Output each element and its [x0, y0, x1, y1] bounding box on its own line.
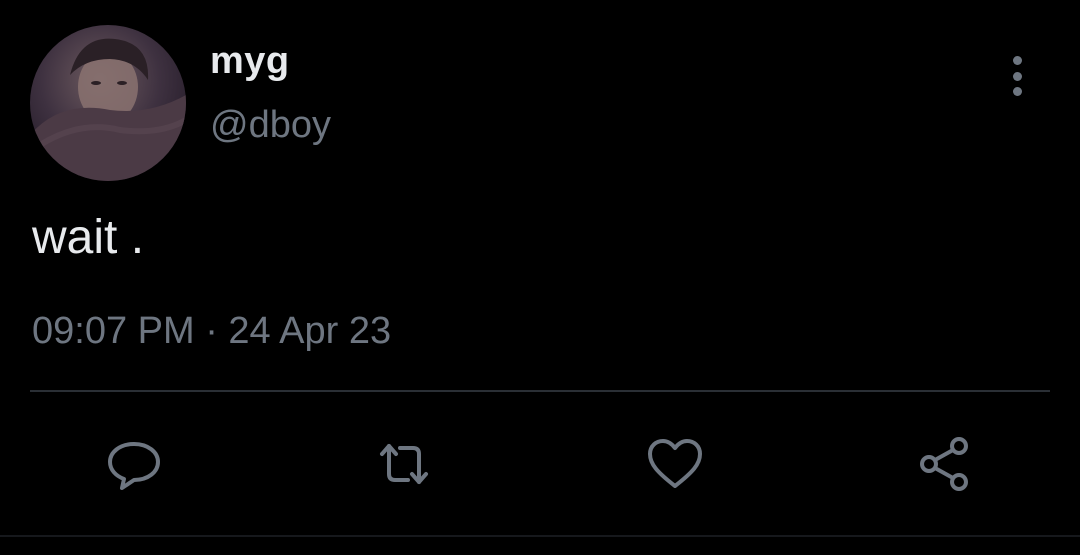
more-options-icon[interactable] [1000, 52, 1034, 100]
display-name[interactable]: myg [210, 40, 290, 83]
share-button[interactable] [913, 432, 977, 496]
tweet-card: myg @dboy wait . 09:07 PM · 24 Apr 23 [0, 0, 1080, 555]
tweet-timestamp[interactable]: 09:07 PM · 24 Apr 23 [32, 310, 391, 353]
retweet-icon [380, 444, 428, 484]
share-icon [920, 437, 968, 491]
avatar[interactable] [30, 25, 186, 181]
tweet-text: wait . [32, 211, 145, 264]
retweet-button[interactable] [372, 432, 436, 496]
reply-button[interactable] [102, 432, 166, 496]
user-handle[interactable]: @dboy [210, 104, 331, 147]
heart-icon [648, 439, 702, 488]
divider [30, 390, 1050, 392]
like-button[interactable] [643, 432, 707, 496]
bottom-border [0, 535, 1080, 537]
reply-icon [108, 442, 160, 490]
avatar-photo [30, 38, 186, 181]
